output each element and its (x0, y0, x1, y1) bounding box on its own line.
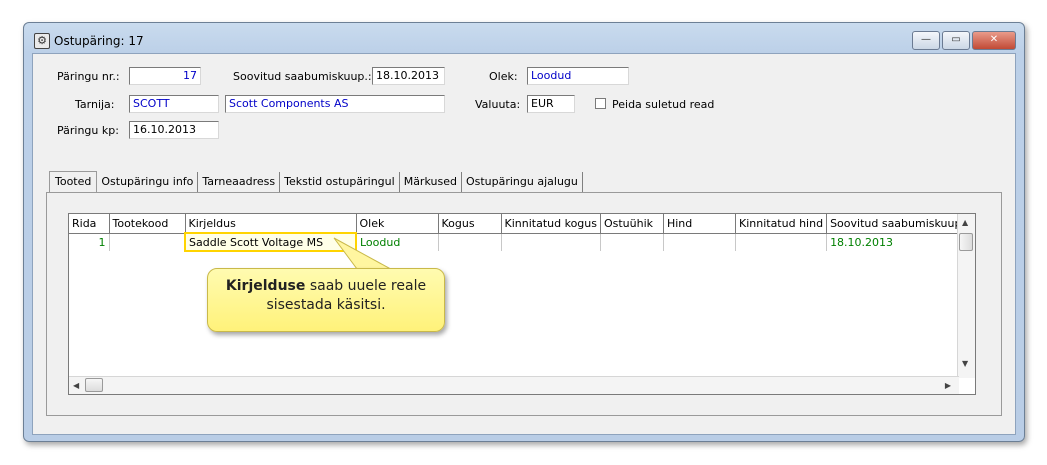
maximize-button[interactable]: ▭ (942, 31, 970, 50)
col-rida[interactable]: Rida (69, 214, 110, 234)
request-date-label: Päringu kp: (57, 124, 119, 137)
currency-field[interactable]: EUR (527, 95, 575, 113)
request-no-field[interactable]: 17 (129, 67, 201, 85)
request-date-field[interactable]: 16.10.2013 (129, 121, 219, 139)
scroll-left-icon[interactable]: ◀ (73, 381, 79, 390)
col-kinnitatud-kogus[interactable]: Kinnitatud kogus (501, 214, 601, 234)
cell-hind[interactable] (663, 233, 736, 251)
tab-ostuparingu-info[interactable]: Ostupäringu info (97, 172, 199, 192)
vertical-scrollbar[interactable]: ▲ ▼ (957, 214, 975, 378)
close-button[interactable]: ✕ (972, 31, 1016, 50)
app-icon[interactable]: ⚙ (34, 33, 50, 49)
col-kirjeldus[interactable]: Kirjeldus (185, 214, 357, 234)
tab-tooted[interactable]: Tooted (49, 171, 98, 192)
cell-kinnitatud-hind[interactable] (735, 233, 828, 251)
status-label: Olek: (489, 70, 518, 83)
scroll-up-icon[interactable]: ▲ (962, 218, 968, 227)
col-kinnitatud-hind[interactable]: Kinnitatud hind (735, 214, 828, 234)
scroll-down-icon[interactable]: ▼ (962, 359, 968, 368)
horizontal-scroll-thumb[interactable] (85, 378, 103, 392)
callout-bold-text: Kirjelduse (225, 278, 306, 294)
title-bar[interactable]: ⚙ Ostupäring: 17 — ▭ ✕ (24, 23, 1024, 53)
tab-tarneaadress[interactable]: Tarneaadress (198, 172, 281, 192)
request-no-label: Päringu nr.: (57, 70, 120, 83)
supplier-name-field[interactable]: Scott Components AS (225, 95, 445, 113)
col-tootekood[interactable]: Tootekood (109, 214, 186, 234)
table-row[interactable]: 1 Saddle Scott Voltage MS Loodud 18.10.2… (69, 232, 969, 252)
tab-ajalugu[interactable]: Ostupäringu ajalugu (462, 172, 583, 192)
cell-soovitud[interactable]: 18.10.2013 (826, 233, 969, 251)
col-hind[interactable]: Hind (663, 214, 736, 234)
cell-kogus[interactable] (438, 233, 502, 251)
callout-text-line2: sisestada käsitsi. (266, 297, 386, 313)
currency-label: Valuuta: (475, 98, 521, 111)
horizontal-scrollbar[interactable]: ◀ ▶ (69, 376, 959, 394)
status-field[interactable]: Loodud (527, 67, 629, 85)
col-olek[interactable]: Olek (356, 214, 439, 234)
minimize-button[interactable]: — (912, 31, 940, 50)
vertical-scroll-thumb[interactable] (959, 233, 973, 251)
tab-markused[interactable]: Märkused (400, 172, 462, 192)
hint-callout: Kirjelduse saab uuele reale sisestada kä… (207, 268, 445, 332)
window-title: Ostupäring: 17 (54, 34, 144, 48)
callout-text-line1: saab uuele reale (305, 278, 427, 294)
supplier-code-field[interactable]: SCOTT (129, 95, 219, 113)
hide-closed-checkbox[interactable] (595, 98, 606, 109)
col-soovitud[interactable]: Soovitud saabumiskuup. (826, 214, 969, 234)
tab-strip: Tooted Ostupäringu info Tarneaadress Tek… (49, 171, 583, 192)
cell-tootekood[interactable] (109, 233, 186, 251)
tab-tekstid[interactable]: Tekstid ostupäringul (280, 172, 400, 192)
hide-closed-label: Peida suletud read (612, 98, 715, 111)
col-kogus[interactable]: Kogus (438, 214, 502, 234)
col-ostuyhik[interactable]: Ostuühik (600, 214, 664, 234)
scroll-right-icon[interactable]: ▶ (945, 381, 951, 390)
desired-arrival-label: Soovitud saabumiskuup.: (233, 70, 372, 83)
cell-rida[interactable]: 1 (69, 233, 110, 251)
products-grid: Rida Tootekood Kirjeldus Olek Kogus Kinn… (68, 213, 976, 395)
desired-arrival-field[interactable]: 18.10.2013 (372, 67, 445, 85)
supplier-label: Tarnija: (75, 98, 115, 111)
cell-ostuyhik[interactable] (600, 233, 664, 251)
cell-kinnitatud-kogus[interactable] (501, 233, 601, 251)
